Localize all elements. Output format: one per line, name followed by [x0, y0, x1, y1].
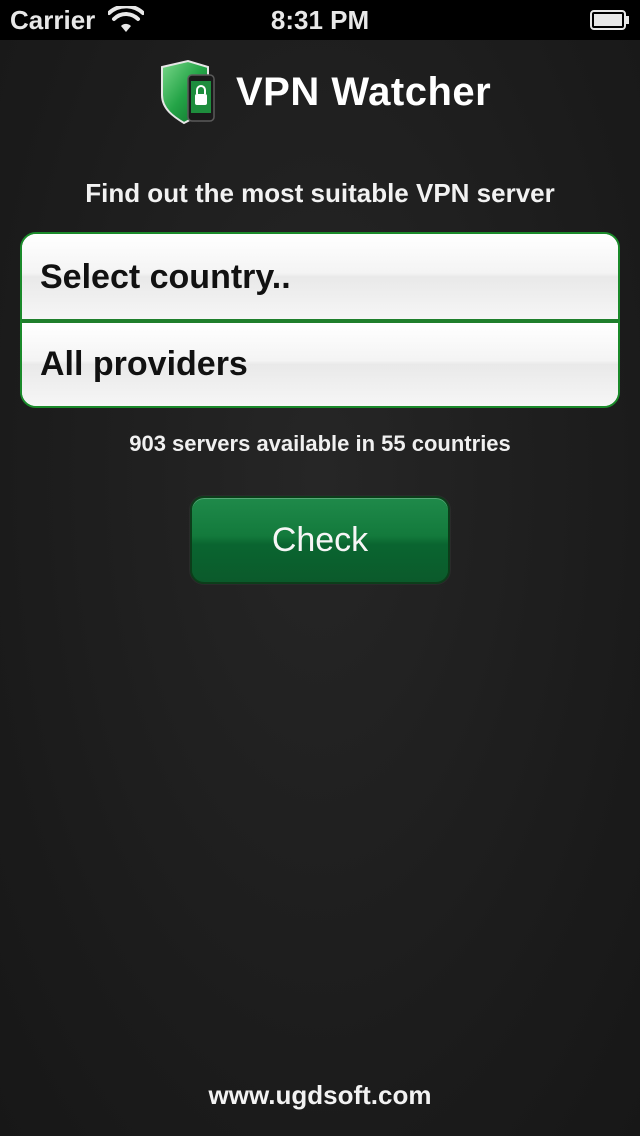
app-title: VPN Watcher — [236, 69, 492, 114]
country-selector[interactable]: Select country.. — [22, 234, 618, 320]
check-button[interactable]: Check — [190, 496, 450, 584]
selector-group: Select country.. All providers — [20, 232, 620, 408]
app-header: VPN Watcher — [158, 58, 491, 126]
status-bar: Carrier 8:31 PM — [0, 0, 640, 40]
provider-selector[interactable]: All providers — [22, 323, 618, 406]
shield-phone-lock-icon — [161, 59, 215, 125]
status-time: 8:31 PM — [270, 5, 370, 35]
country-selector-label: Select country.. — [40, 257, 291, 296]
subtitle: Find out the most suitable VPN server — [85, 178, 555, 208]
website-link[interactable]: www.ugdsoft.com — [0, 1080, 640, 1111]
provider-selector-label: All providers — [40, 345, 248, 383]
battery-icon — [590, 10, 629, 30]
server-count-text: 903 servers available in 55 countries — [129, 431, 511, 456]
